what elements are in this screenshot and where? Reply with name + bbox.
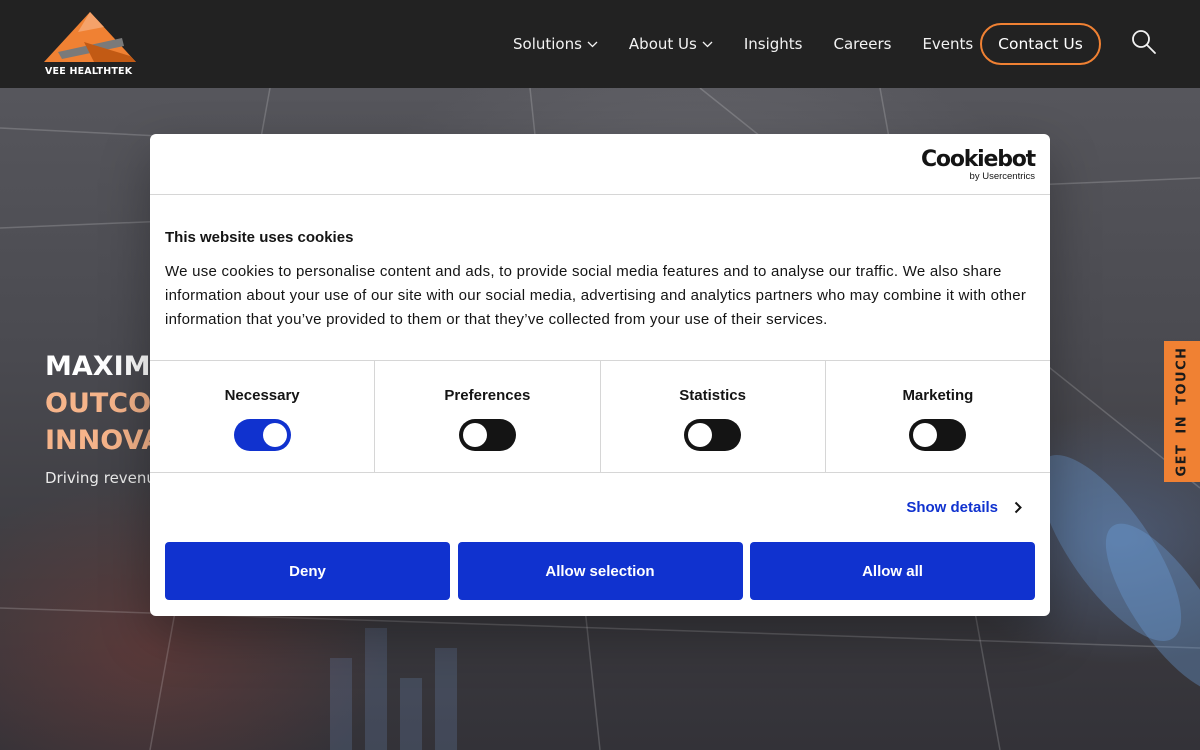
contact-us-button[interactable]: Contact Us [980,23,1101,65]
search-icon [1132,30,1156,54]
toggle-label-marketing: Marketing [902,387,974,404]
logo-text: VEE HEALTHTEK [45,66,133,77]
statistics-toggle[interactable] [684,419,742,451]
show-details-label: Show details [906,499,998,516]
nav-careers[interactable]: Careers [833,35,891,53]
toggle-label-necessary: Necessary [224,387,300,404]
cookiebot-brand-sub: by Usercentrics [969,171,1035,182]
toggle-group-marketing: Marketing [826,361,1050,472]
toggle-group-preferences: Preferences [375,361,601,472]
preferences-toggle[interactable] [458,419,516,451]
nav-events[interactable]: Events [922,35,973,53]
cookie-dialog-text: We use cookies to personalise content an… [165,263,1027,328]
toggle-label-preferences: Preferences [444,387,531,404]
site-header: VEE HEALTHTEK Solutions About Us Insight… [0,0,1200,88]
main-nav: Solutions About Us Insights Careers Even… [513,0,1004,88]
toggle-label-statistics: Statistics [679,387,746,404]
toggle-group-statistics: Statistics [601,361,826,472]
deny-button[interactable]: Deny [165,542,450,600]
chevron-right-icon [1014,501,1022,514]
allow-all-button[interactable]: Allow all [750,542,1035,600]
consent-toggles: Necessary Preferences Statistics Marketi… [150,360,1050,473]
show-details-link[interactable]: Show details [906,499,1022,516]
toggle-knob [262,423,287,447]
get-in-touch-label: GET IN TOUCH [1174,346,1190,477]
search-button[interactable] [1131,29,1157,55]
cookie-consent-dialog: Cookiebot by Usercentrics This website u… [150,134,1050,616]
cookiebot-brand: Cookiebot [920,147,1036,172]
details-row: Show details [150,473,1050,542]
toggle-knob [462,423,487,447]
nav-insights-label: Insights [743,35,803,53]
get-in-touch-tab[interactable]: GET IN TOUCH [1164,341,1200,482]
chevron-down-icon [702,41,713,47]
nav-solutions-label: Solutions [513,35,582,53]
toggle-group-necessary: Necessary [150,361,376,472]
chevron-down-icon [587,41,598,47]
hero-subtitle: Driving revenu [45,469,156,487]
nav-insights[interactable]: Insights [744,35,803,53]
nav-events-label: Events [922,35,974,53]
cookie-dialog-title: This website uses cookies [165,229,354,246]
toggle-knob [688,423,713,447]
nav-about-us-label: About Us [628,35,697,53]
nav-about-us[interactable]: About Us [629,35,713,53]
allow-selection-button[interactable]: Allow selection [457,542,743,600]
marketing-toggle[interactable] [909,419,967,451]
logo-mark-icon [44,12,136,62]
cookie-dialog-body: This website uses cookies We use cookies… [150,195,1050,360]
necessary-toggle[interactable] [233,419,291,451]
toggle-knob [913,423,938,447]
consent-buttons: Deny Allow selection Allow all [165,542,1035,600]
nav-solutions[interactable]: Solutions [513,35,598,53]
cookiebot-logo[interactable]: Cookiebot by Usercentrics [920,147,1036,182]
cookie-dialog-header: Cookiebot by Usercentrics [150,134,1050,195]
nav-careers-label: Careers [833,35,892,53]
vee-healthtek-logo[interactable]: VEE HEALTHTEK [44,12,136,78]
